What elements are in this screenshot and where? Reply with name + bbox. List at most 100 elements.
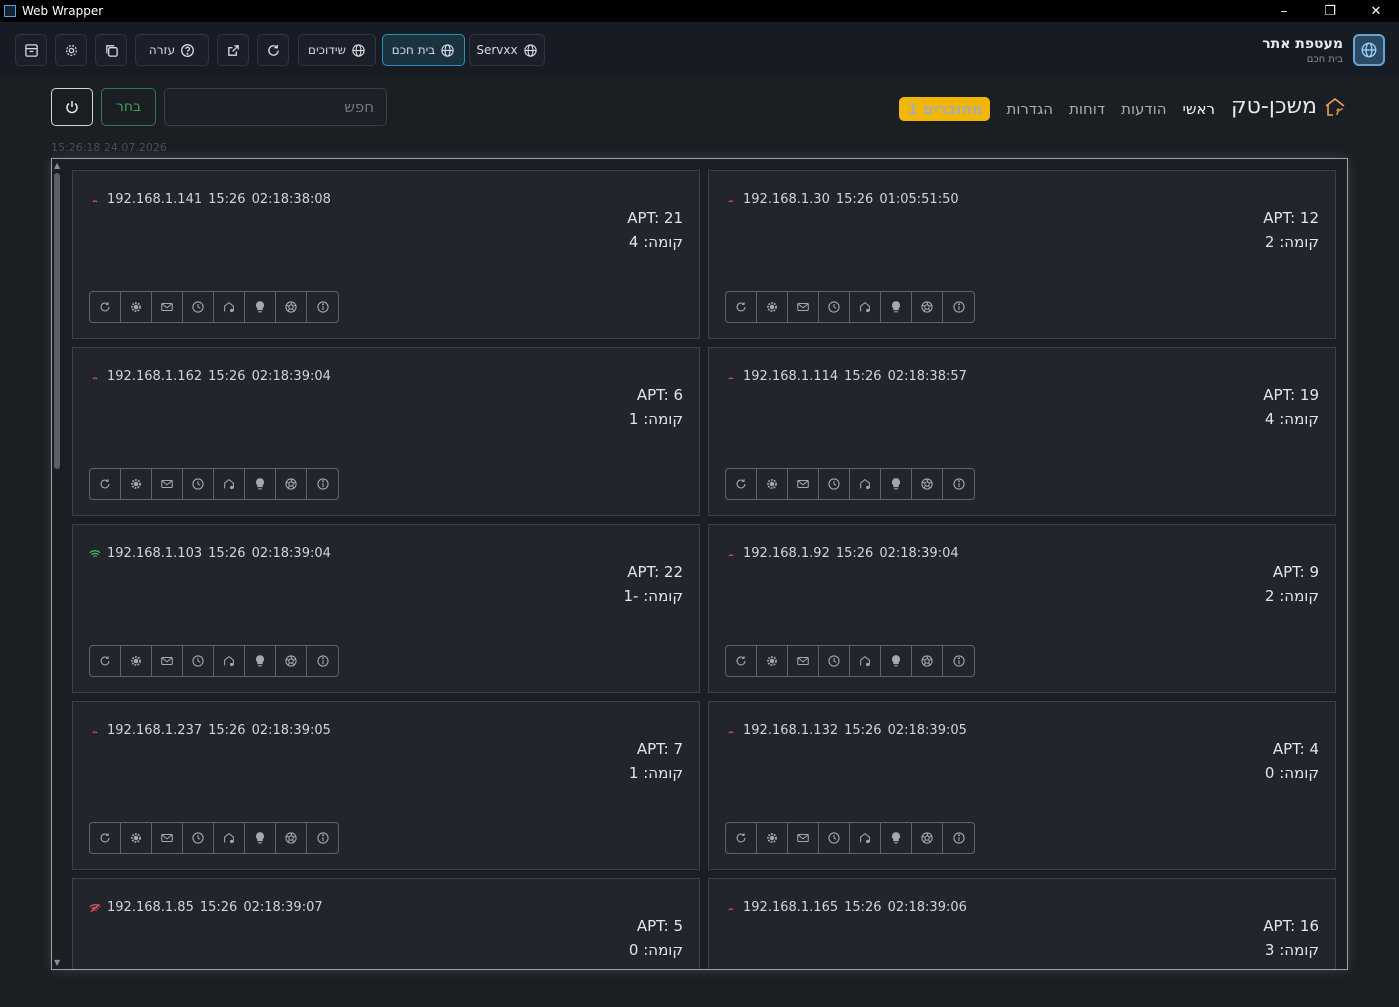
gear-action-button[interactable] — [757, 292, 788, 322]
refresh-action-button[interactable] — [726, 469, 757, 499]
floor-number: קומה: 4 — [628, 233, 683, 251]
mail-action-button[interactable] — [788, 469, 819, 499]
device-status-line: 192.168.1.165 15:26 02:18:39:06 — [725, 900, 967, 915]
refresh-action-button[interactable] — [726, 823, 757, 853]
scrollbar-thumb[interactable] — [54, 173, 60, 469]
refresh-icon — [736, 479, 746, 489]
aperture-action-button[interactable] — [912, 823, 943, 853]
nav-item-home[interactable]: ראשי — [1183, 100, 1215, 118]
floor-number: קומה: 3 — [1264, 941, 1319, 959]
reload-button[interactable] — [257, 34, 289, 66]
clock-icon — [192, 832, 204, 844]
tab-servxx[interactable]: Servxx — [469, 34, 545, 66]
home-action-button[interactable] — [850, 292, 881, 322]
bulb-action-button[interactable] — [881, 823, 912, 853]
mail-action-button[interactable] — [152, 469, 183, 499]
power-button[interactable] — [51, 88, 93, 126]
help-button[interactable]: עזרה — [135, 34, 209, 66]
bulb-action-button[interactable] — [881, 469, 912, 499]
gear-action-button[interactable] — [757, 469, 788, 499]
minimize-button[interactable]: – — [1261, 0, 1307, 22]
search-input[interactable] — [164, 88, 387, 126]
mail-icon — [161, 833, 173, 843]
mail-action-button[interactable] — [788, 292, 819, 322]
tab-matchmaking[interactable]: שידוכים — [298, 34, 376, 66]
device-actions — [725, 822, 975, 854]
scroll-up-arrow-icon[interactable]: ▲ — [54, 161, 60, 170]
bulb-action-button[interactable] — [245, 292, 276, 322]
mail-icon — [797, 479, 809, 489]
info-action-button[interactable] — [307, 823, 338, 853]
refresh-action-button[interactable] — [90, 823, 121, 853]
maximize-button[interactable]: ❐ — [1307, 0, 1353, 22]
home-icon — [860, 832, 870, 844]
choose-button[interactable]: בחר — [101, 88, 156, 126]
info-action-button[interactable] — [943, 469, 974, 499]
copy-button[interactable] — [95, 34, 127, 66]
aperture-action-button[interactable] — [276, 646, 307, 676]
mail-action-button[interactable] — [152, 823, 183, 853]
home-action-button[interactable] — [214, 292, 245, 322]
mail-action-button[interactable] — [788, 823, 819, 853]
info-action-button[interactable] — [943, 823, 974, 853]
info-action-button[interactable] — [943, 646, 974, 676]
settings-button[interactable] — [55, 34, 87, 66]
clock-action-button[interactable] — [819, 469, 850, 499]
wifi-off-icon — [89, 903, 101, 913]
refresh-action-button[interactable] — [90, 646, 121, 676]
refresh-action-button[interactable] — [90, 469, 121, 499]
gear-action-button[interactable] — [121, 646, 152, 676]
mail-action-button[interactable] — [152, 292, 183, 322]
close-button[interactable]: ✕ — [1353, 0, 1399, 22]
device-card: 192.168.1.114 15:26 02:18:38:57 APT: 19 קומה… — [708, 347, 1336, 516]
home-action-button[interactable] — [850, 469, 881, 499]
clock-action-button[interactable] — [183, 823, 214, 853]
gear-action-button[interactable] — [121, 823, 152, 853]
clock-action-button[interactable] — [183, 292, 214, 322]
gear-action-button[interactable] — [121, 292, 152, 322]
home-action-button[interactable] — [850, 823, 881, 853]
refresh-action-button[interactable] — [726, 292, 757, 322]
nav-item-reports[interactable]: דוחות — [1069, 100, 1105, 118]
clock-action-button[interactable] — [819, 292, 850, 322]
bulb-action-button[interactable] — [245, 646, 276, 676]
bulb-action-button[interactable] — [881, 646, 912, 676]
gear-action-button[interactable] — [757, 823, 788, 853]
scroll-down-arrow-icon[interactable]: ▼ — [54, 958, 60, 967]
refresh-action-button[interactable] — [90, 292, 121, 322]
gear-action-button[interactable] — [757, 646, 788, 676]
aperture-action-button[interactable] — [912, 292, 943, 322]
aperture-action-button[interactable] — [276, 823, 307, 853]
info-action-button[interactable] — [943, 292, 974, 322]
aperture-action-button[interactable] — [276, 292, 307, 322]
nav-item-messages[interactable]: הודעות — [1121, 100, 1166, 118]
bulb-action-button[interactable] — [245, 823, 276, 853]
home-action-button[interactable] — [214, 646, 245, 676]
info-action-button[interactable] — [307, 469, 338, 499]
archive-button[interactable] — [15, 34, 47, 66]
info-action-button[interactable] — [307, 292, 338, 322]
aperture-action-button[interactable] — [912, 646, 943, 676]
gear-action-button[interactable] — [121, 469, 152, 499]
clock-action-button[interactable] — [183, 646, 214, 676]
bulb-action-button[interactable] — [245, 469, 276, 499]
home-action-button[interactable] — [850, 646, 881, 676]
scrollbar[interactable]: ▲ ▼ — [52, 159, 64, 969]
mail-action-button[interactable] — [788, 646, 819, 676]
nav-item-settings[interactable]: הגדרות — [1006, 100, 1053, 118]
home-action-button[interactable] — [214, 823, 245, 853]
device-status-line: 192.168.1.92 15:26 02:18:39:04 — [725, 546, 959, 561]
open-external-button[interactable] — [217, 34, 249, 66]
aperture-action-button[interactable] — [276, 469, 307, 499]
clock-action-button[interactable] — [183, 469, 214, 499]
aperture-action-button[interactable] — [912, 469, 943, 499]
clock-action-button[interactable] — [819, 823, 850, 853]
mail-action-button[interactable] — [152, 646, 183, 676]
tab-smart-home[interactable]: בית חכם — [382, 34, 465, 66]
refresh-action-button[interactable] — [726, 646, 757, 676]
home-action-button[interactable] — [214, 469, 245, 499]
bulb-action-button[interactable] — [881, 292, 912, 322]
home-icon — [224, 655, 234, 667]
info-action-button[interactable] — [307, 646, 338, 676]
clock-action-button[interactable] — [819, 646, 850, 676]
